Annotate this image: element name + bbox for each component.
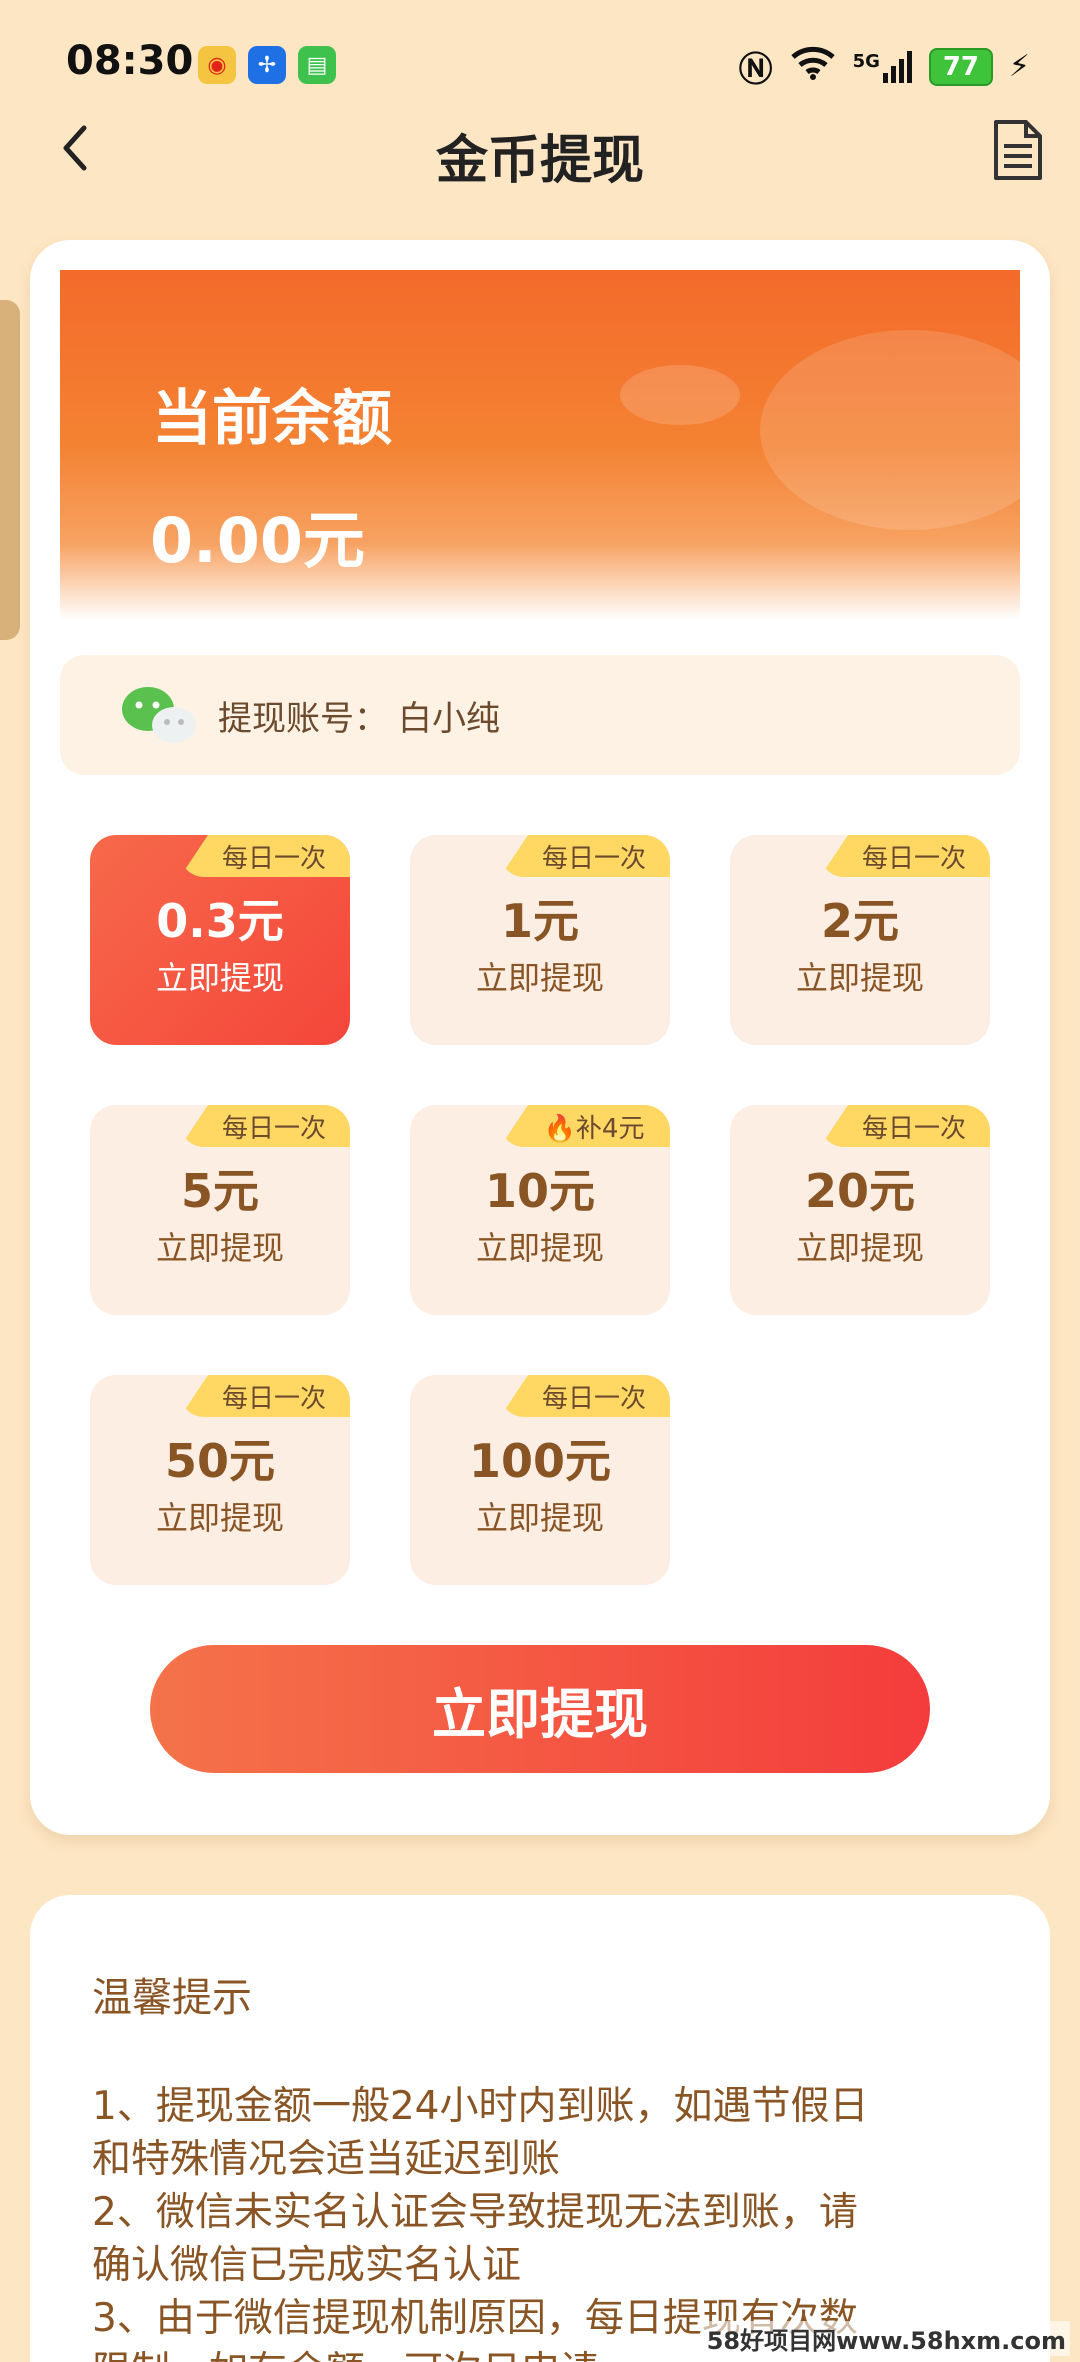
- daily-once-badge: 每日一次: [820, 1105, 990, 1147]
- option-10-yuan[interactable]: 🔥补4元 10元 立即提现: [410, 1105, 670, 1315]
- option-0-3-yuan[interactable]: 每日一次 0.3元 立即提现: [90, 835, 350, 1045]
- tips-line: 和特殊情况会适当延迟到账: [92, 2137, 561, 2182]
- option-action: 立即提现: [475, 959, 604, 997]
- weibo-icon: ◉: [198, 46, 236, 84]
- battery-indicator: 77: [928, 47, 993, 86]
- network-type: 5G: [852, 50, 880, 72]
- option-amount: 5元: [180, 1164, 259, 1218]
- side-drawer-handle[interactable]: [0, 300, 20, 640]
- decor-bubble: [620, 365, 740, 425]
- option-5-yuan[interactable]: 每日一次 5元 立即提现: [90, 1105, 350, 1315]
- balance-panel: 当前余额 0.00元: [60, 270, 1020, 620]
- option-action: 立即提现: [155, 1499, 284, 1537]
- daily-once-badge: 每日一次: [500, 835, 670, 877]
- daily-once-badge: 每日一次: [180, 1105, 350, 1147]
- status-bar: 08:30 ◉ ✢ ▤ Ⓝ 5G 77 ⚡: [0, 0, 1080, 130]
- daily-once-badge: 每日一次: [820, 835, 990, 877]
- document-icon[interactable]: [990, 118, 1044, 182]
- daily-once-badge: 每日一次: [180, 835, 350, 877]
- page-title: 金币提现: [435, 131, 644, 191]
- tips-line: 确认微信已完成实名认证: [92, 2243, 522, 2288]
- decor-bubble: [760, 330, 1020, 530]
- option-2-yuan[interactable]: 每日一次 2元 立即提现: [730, 835, 990, 1045]
- withdraw-card: 当前余额 0.00元 提现账号： 白小纯 每日一次 0.3元 立即提现 每日一次…: [30, 240, 1050, 1835]
- tips-line: 1、提现金额一般24小时内到账，如遇节假日: [92, 2084, 869, 2129]
- system-icons: Ⓝ 5G 77 ⚡: [739, 42, 1030, 91]
- account-label: 提现账号：: [218, 698, 388, 739]
- option-action: 立即提现: [155, 1229, 284, 1267]
- option-action: 立即提现: [155, 959, 284, 997]
- daily-once-badge: 每日一次: [500, 1375, 670, 1417]
- option-amount: 100元: [468, 1434, 612, 1488]
- option-amount: 50元: [164, 1434, 275, 1488]
- daily-once-badge: 每日一次: [180, 1375, 350, 1417]
- withdraw-account: 提现账号： 白小纯: [60, 655, 1020, 775]
- charging-icon: ⚡: [1008, 49, 1030, 84]
- status-time: 08:30: [66, 38, 194, 84]
- option-1-yuan[interactable]: 每日一次 1元 立即提现: [410, 835, 670, 1045]
- pinwheel-icon: ✢: [248, 46, 286, 84]
- tips-title: 温馨提示: [92, 1975, 252, 2021]
- option-amount: 0.3元: [156, 894, 284, 948]
- option-amount: 20元: [804, 1164, 915, 1218]
- withdraw-now-button[interactable]: 立即提现: [150, 1645, 930, 1773]
- option-20-yuan[interactable]: 每日一次 20元 立即提现: [730, 1105, 990, 1315]
- option-action: 立即提现: [795, 1229, 924, 1267]
- option-action: 立即提现: [475, 1229, 604, 1267]
- tips-line: 2、微信未实名认证会导致提现无法到账，请: [92, 2190, 858, 2235]
- option-amount: 1元: [500, 894, 579, 948]
- wifi-icon: [789, 45, 837, 89]
- amount-options: 每日一次 0.3元 立即提现 每日一次 1元 立即提现 每日一次 2元 立即提现…: [90, 835, 990, 1595]
- account-name: 白小纯: [398, 698, 500, 739]
- option-100-yuan[interactable]: 每日一次 100元 立即提现: [410, 1375, 670, 1585]
- nfc-icon: Ⓝ: [738, 50, 773, 90]
- tips-card: 温馨提示 1、提现金额一般24小时内到账，如遇节假日 和特殊情况会适当延迟到账 …: [30, 1895, 1050, 2362]
- watermark: 58好项目网www.58hxm.com: [702, 2321, 1070, 2356]
- wechat-icon: [120, 685, 198, 745]
- option-50-yuan[interactable]: 每日一次 50元 立即提现: [90, 1375, 350, 1585]
- option-amount: 10元: [484, 1164, 595, 1218]
- option-action: 立即提现: [795, 959, 924, 997]
- balance-value: 0.00元: [150, 504, 365, 577]
- option-action: 立即提现: [475, 1499, 604, 1537]
- signal-icon: 5G: [852, 50, 913, 83]
- balance-label: 当前余额: [152, 384, 392, 454]
- message-icon: ▤: [298, 46, 336, 84]
- notification-icons: ◉ ✢ ▤: [198, 46, 336, 84]
- bonus-badge: 🔥补4元: [500, 1105, 670, 1147]
- option-amount: 2元: [820, 894, 899, 948]
- tips-body: 1、提现金额一般24小时内到账，如遇节假日 和特殊情况会适当延迟到账 2、微信未…: [92, 2080, 1012, 2362]
